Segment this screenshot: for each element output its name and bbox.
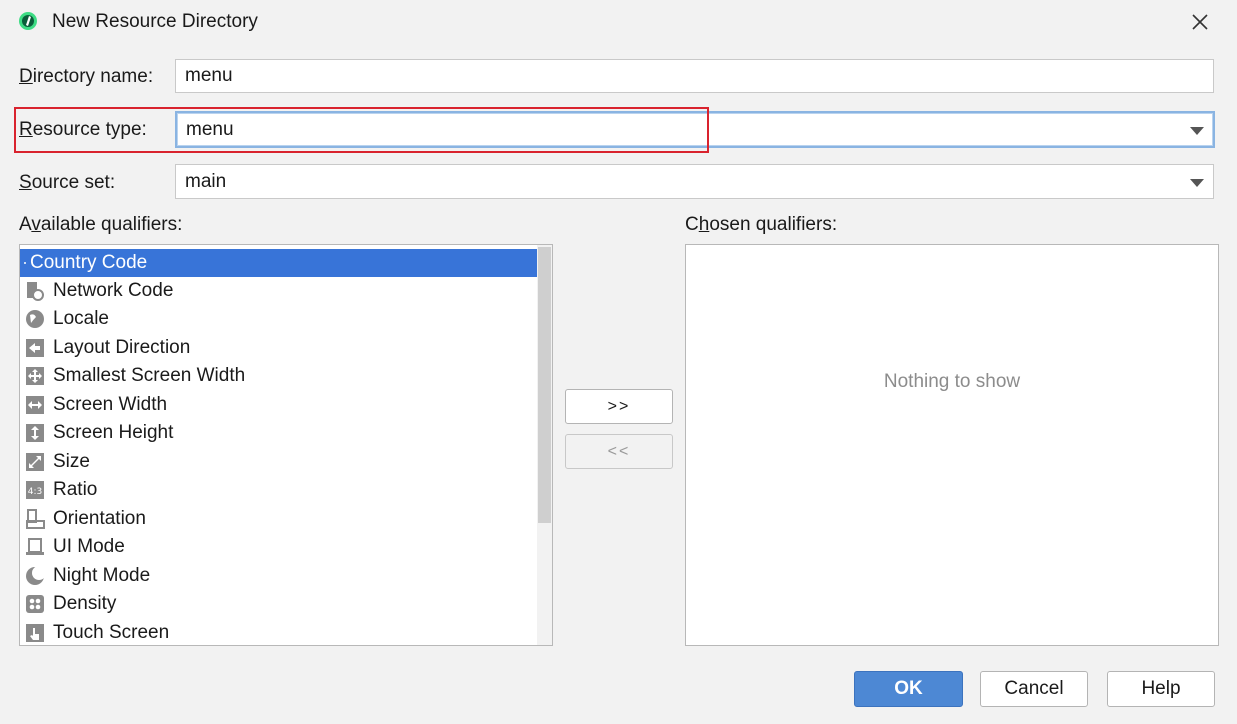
window-title: New Resource Directory bbox=[52, 11, 258, 32]
chevron-down-icon bbox=[1190, 126, 1204, 135]
list-item-size[interactable]: Size bbox=[20, 448, 537, 476]
android-studio-icon bbox=[19, 12, 37, 30]
density-icon bbox=[24, 593, 46, 615]
ratio-icon: 4:3 bbox=[24, 479, 46, 501]
resource-type-label: Resource type: bbox=[19, 119, 147, 140]
directory-name-input[interactable]: menu bbox=[175, 59, 1214, 93]
close-button[interactable] bbox=[1182, 6, 1218, 38]
resource-type-value: menu bbox=[186, 118, 234, 140]
list-item-country-code[interactable]: Country Code bbox=[20, 249, 537, 277]
resource-type-combo[interactable]: menu bbox=[175, 111, 1215, 148]
directory-name-label: Directory name: bbox=[19, 66, 154, 87]
title-bar: New Resource Directory bbox=[0, 0, 1237, 44]
ok-button[interactable]: OK bbox=[854, 671, 963, 707]
source-set-combo[interactable]: main bbox=[175, 164, 1214, 199]
list-item-screen-height[interactable]: Screen Height bbox=[20, 419, 537, 447]
touch-screen-icon bbox=[24, 622, 46, 644]
available-qualifiers-label: Available qualifiers: bbox=[19, 214, 183, 235]
source-set-label: Source set: bbox=[19, 172, 116, 193]
country-code-icon bbox=[22, 252, 28, 274]
list-item-density[interactable]: Density bbox=[20, 590, 537, 618]
help-button[interactable]: Help bbox=[1107, 671, 1215, 707]
scrollbar-thumb[interactable] bbox=[538, 247, 551, 523]
list-item-network-code[interactable]: Network Code bbox=[20, 277, 537, 305]
night-mode-icon bbox=[24, 565, 46, 587]
available-qualifiers-list[interactable]: Country Code Network Code Locale Layout … bbox=[19, 244, 553, 646]
list-item-night-mode[interactable]: Night Mode bbox=[20, 562, 537, 590]
close-icon bbox=[1192, 14, 1208, 30]
globe-icon bbox=[24, 308, 46, 330]
list-item-screen-width[interactable]: Screen Width bbox=[20, 391, 537, 419]
list-item-smallest-screen-width[interactable]: Smallest Screen Width bbox=[20, 362, 537, 390]
size-icon bbox=[24, 451, 46, 473]
list-item-ui-mode[interactable]: UI Mode bbox=[20, 533, 537, 561]
source-set-value: main bbox=[185, 170, 227, 192]
list-item-layout-direction[interactable]: Layout Direction bbox=[20, 334, 537, 362]
chevron-down-icon bbox=[1190, 178, 1204, 187]
remove-qualifier-button[interactable]: << bbox=[565, 434, 673, 469]
smallest-width-icon bbox=[24, 365, 46, 387]
list-item-touch-screen[interactable]: Touch Screen bbox=[20, 619, 537, 645]
empty-list-text: Nothing to show bbox=[883, 371, 1021, 392]
screen-width-icon bbox=[24, 394, 46, 416]
chosen-qualifiers-list[interactable]: Nothing to show bbox=[685, 244, 1219, 646]
cancel-button[interactable]: Cancel bbox=[980, 671, 1088, 707]
screen-height-icon bbox=[24, 422, 46, 444]
orientation-icon bbox=[24, 508, 46, 530]
chosen-qualifiers-label: Chosen qualifiers: bbox=[685, 214, 838, 235]
list-item-ratio[interactable]: 4:3 Ratio bbox=[20, 476, 537, 504]
list-item-orientation[interactable]: Orientation bbox=[20, 505, 537, 533]
list-item-locale[interactable]: Locale bbox=[20, 305, 537, 333]
layout-direction-icon bbox=[24, 337, 46, 359]
directory-name-value: menu bbox=[185, 65, 233, 86]
network-code-icon bbox=[24, 280, 46, 302]
add-qualifier-button[interactable]: >> bbox=[565, 389, 673, 424]
ui-mode-icon bbox=[24, 536, 46, 558]
svg-text:4:3: 4:3 bbox=[28, 487, 42, 497]
